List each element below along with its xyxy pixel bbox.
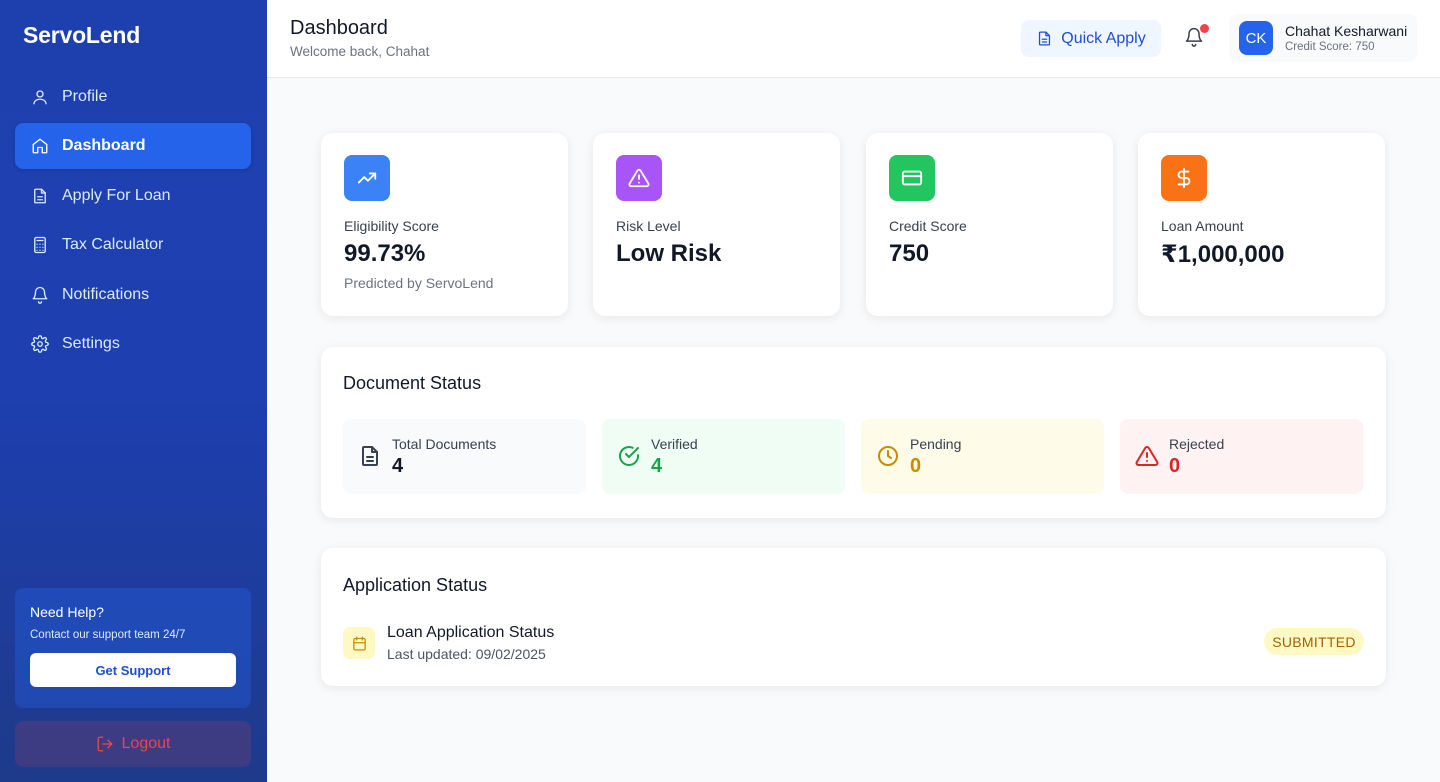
doc-count: 4 xyxy=(651,455,663,477)
quick-apply-label: Quick Apply xyxy=(1061,29,1146,47)
stat-value: 750 xyxy=(889,240,930,267)
document-icon xyxy=(1039,31,1051,46)
doc-label: Rejected xyxy=(1169,436,1225,452)
warning-triangle-icon xyxy=(1135,444,1159,468)
section-title: Application Status xyxy=(343,575,488,595)
credit-card-icon xyxy=(889,155,935,201)
notification-dot xyxy=(1200,24,1209,33)
doc-count: 0 xyxy=(910,455,922,477)
logout-button[interactable]: Logout xyxy=(15,721,251,767)
doc-total[interactable]: Total Documents 4 xyxy=(343,419,586,494)
doc-label: Total Documents xyxy=(392,436,497,452)
stat-subtext: Predicted by ServoLend xyxy=(344,275,494,291)
user-icon xyxy=(30,87,50,107)
stat-value: ₹1,000,000 xyxy=(1161,241,1285,268)
sidebar-item-label: Apply For Loan xyxy=(62,186,171,204)
stat-label: Eligibility Score xyxy=(344,218,439,234)
help-subtitle: Contact our support team 24/7 xyxy=(30,629,186,641)
doc-verified[interactable]: Verified 4 xyxy=(602,419,845,494)
user-menu[interactable]: CK Chahat Kesharwani Credit Score: 750 xyxy=(1229,14,1417,62)
doc-count: 0 xyxy=(1169,455,1181,477)
sidebar-item-profile[interactable]: Profile xyxy=(15,74,251,120)
application-updated: Last updated: 09/02/2025 xyxy=(387,646,546,662)
sidebar-item-label: Dashboard xyxy=(62,137,146,155)
check-circle-icon xyxy=(617,444,641,468)
home-icon xyxy=(30,136,50,156)
sidebar-item-settings[interactable]: Settings xyxy=(15,321,251,367)
stat-card-loan-amount: Loan Amount ₹1,000,000 xyxy=(1138,133,1385,316)
stat-label: Loan Amount xyxy=(1161,218,1244,234)
sidebar-item-label: Settings xyxy=(62,334,120,352)
doc-count: 4 xyxy=(392,455,404,477)
dollar-icon xyxy=(1161,155,1207,201)
sidebar-item-dashboard[interactable]: Dashboard xyxy=(15,123,251,170)
doc-pending[interactable]: Pending 0 xyxy=(861,419,1104,494)
clock-icon xyxy=(876,444,900,468)
stat-value: Low Risk xyxy=(616,240,722,267)
page-title: Dashboard xyxy=(290,17,388,39)
get-support-button[interactable]: Get Support xyxy=(30,653,236,687)
calculator-icon xyxy=(30,235,50,255)
sidebar-item-label: Notifications xyxy=(62,285,150,303)
sidebar-item-label: Tax Calculator xyxy=(62,236,164,254)
doc-rejected[interactable]: Rejected 0 xyxy=(1120,419,1363,494)
sidebar-item-label: Profile xyxy=(62,88,108,105)
application-status-card: Application Status Loan Application Stat… xyxy=(321,548,1386,686)
application-name[interactable]: Loan Application Status xyxy=(387,624,554,642)
bell-icon xyxy=(30,285,50,305)
status-badge: SUBMITTED xyxy=(1264,628,1364,655)
file-icon xyxy=(358,444,382,468)
top-header: Dashboard Welcome back, Chahat Quick App… xyxy=(267,0,1440,78)
user-name: Chahat Kesharwani xyxy=(1285,23,1408,39)
user-credit-score: Credit Score: 750 xyxy=(1285,41,1375,53)
quick-apply-button[interactable]: Quick Apply xyxy=(1021,20,1161,57)
doc-label: Pending xyxy=(910,436,962,452)
stat-value: 99.73% xyxy=(344,240,426,267)
avatar: CK xyxy=(1239,21,1273,55)
document-icon xyxy=(30,186,50,206)
sidebar-item-apply-for-loan[interactable]: Apply For Loan xyxy=(15,173,251,219)
sidebar-item-tax-calculator[interactable]: Tax Calculator xyxy=(15,222,251,268)
stat-label: Risk Level xyxy=(616,218,681,234)
logout-icon xyxy=(97,736,112,752)
logout-label: Logout xyxy=(121,735,171,752)
stat-card-credit-score: Credit Score 750 xyxy=(866,133,1113,316)
help-title: Need Help? xyxy=(30,604,104,620)
welcome-text: Welcome back, Chahat xyxy=(290,44,430,59)
stat-label: Credit Score xyxy=(889,218,967,234)
brand-logo[interactable]: ServoLend xyxy=(23,22,140,49)
help-panel: Need Help? Contact our support team 24/7… xyxy=(15,588,251,708)
document-status-card: Document Status Total Documents 4 Verifi… xyxy=(321,347,1386,518)
warning-triangle-icon xyxy=(616,155,662,201)
doc-label: Verified xyxy=(651,436,698,452)
stat-card-eligibility: Eligibility Score 99.73% Predicted by Se… xyxy=(321,133,568,316)
section-title: Document Status xyxy=(343,373,482,393)
sidebar-nav: Profile Dashboard Apply For Loan Tax Cal… xyxy=(15,74,251,370)
calendar-icon xyxy=(343,627,375,659)
stat-card-risk-level: Risk Level Low Risk xyxy=(593,133,840,316)
sidebar-item-notifications[interactable]: Notifications xyxy=(15,272,251,318)
gear-icon xyxy=(30,334,50,354)
trending-up-icon xyxy=(344,155,390,201)
sidebar: ServoLend Profile Dashboard Apply For Lo… xyxy=(0,0,267,782)
